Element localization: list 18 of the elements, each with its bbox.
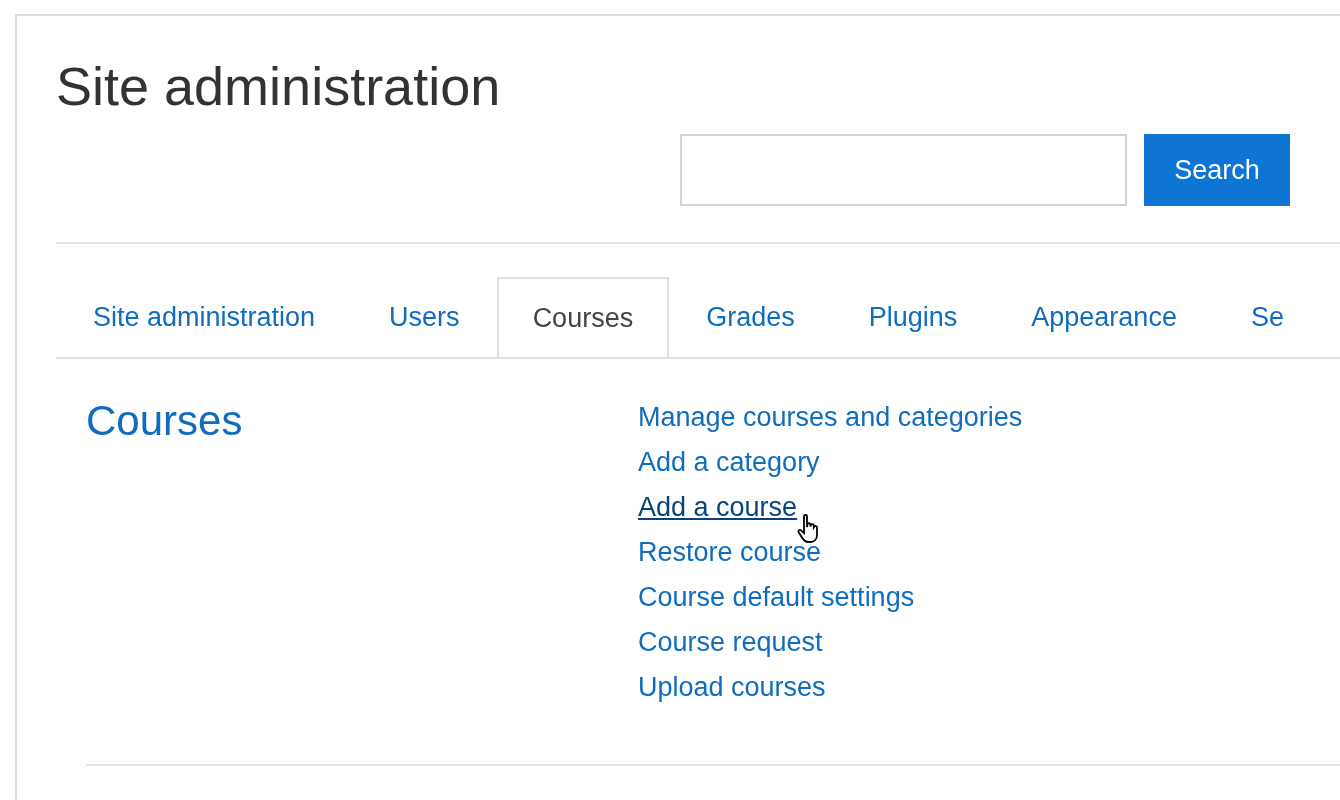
tab[interactable]: Plugins [831,277,995,357]
search-field[interactable] [680,134,1127,206]
tab[interactable]: Courses [496,277,670,357]
tab[interactable]: Users [352,277,497,357]
section-heading: Courses [86,397,244,446]
search-button[interactable]: Search [1144,134,1290,206]
link[interactable]: Add a course [638,492,798,522]
tab[interactable]: Se [1213,277,1321,357]
link[interactable]: Course default settings [638,582,915,612]
tab[interactable]: Grades [669,277,832,357]
page-title: Site administration [56,56,501,116]
link[interactable]: Add a category [638,447,820,477]
tab[interactable]: Site administration [56,277,353,357]
link[interactable]: Restore course [638,537,822,567]
link[interactable]: Course request [638,627,823,657]
tab[interactable]: Appearance [994,277,1214,357]
link[interactable]: Upload courses [638,672,826,702]
link[interactable]: Manage courses and categories [638,402,1023,432]
